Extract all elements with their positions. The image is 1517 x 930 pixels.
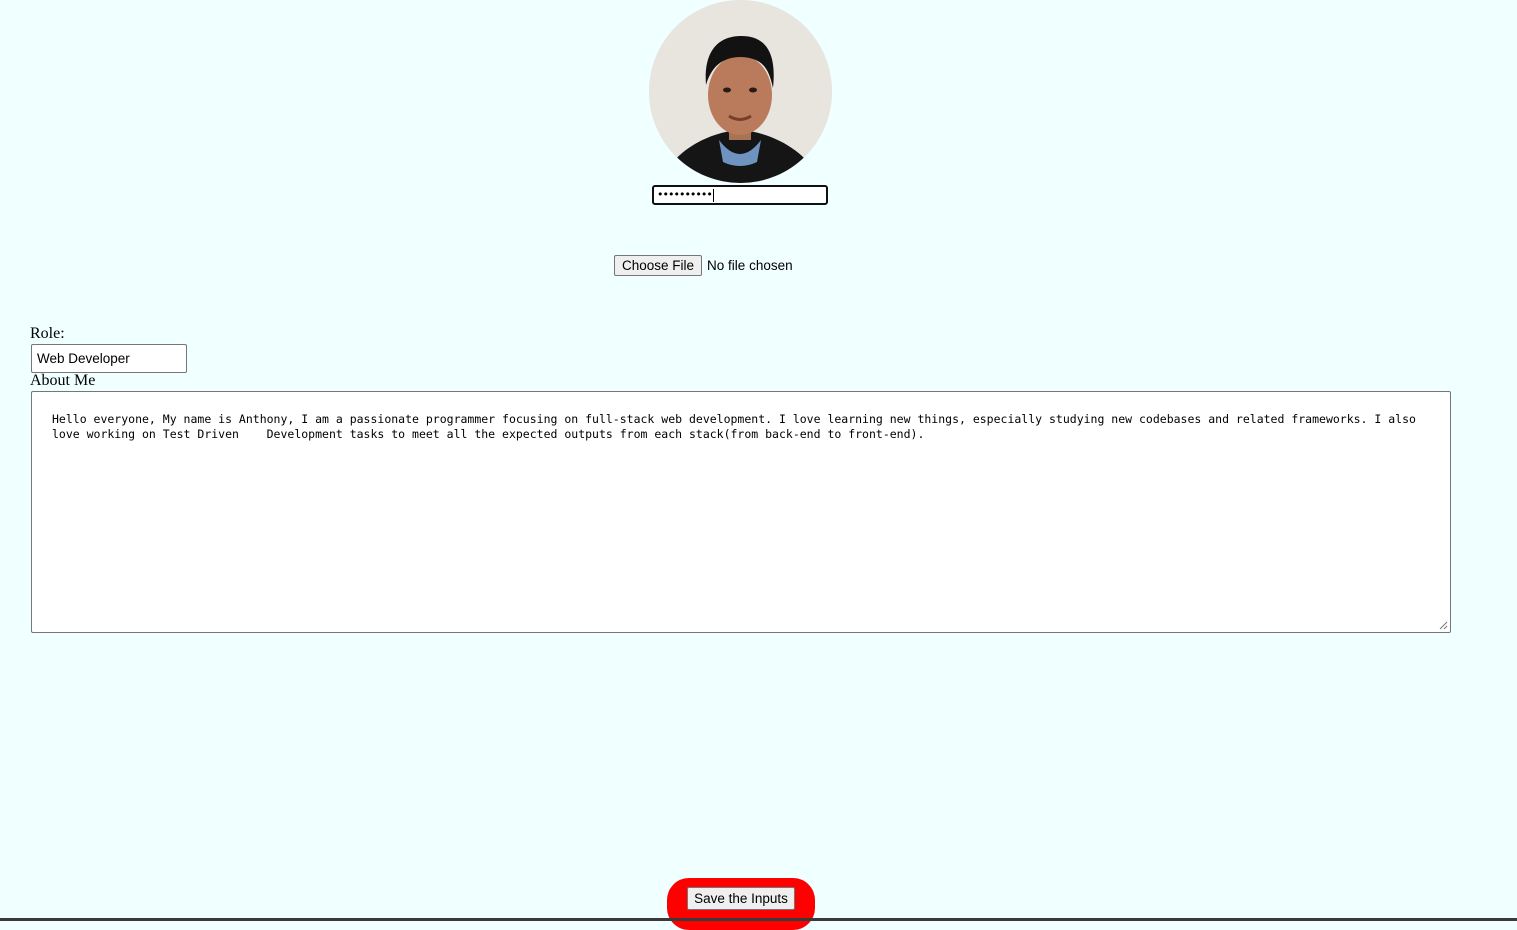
choose-file-button[interactable]: Choose File bbox=[614, 255, 703, 276]
save-inputs-button[interactable]: Save the Inputs bbox=[687, 887, 795, 910]
about-me-text: Hello everyone, My name is Anthony, I am… bbox=[52, 412, 1423, 441]
person-photo-icon bbox=[649, 0, 832, 183]
profile-avatar bbox=[649, 0, 832, 183]
password-input[interactable]: •••••••••• bbox=[652, 185, 828, 205]
about-me-label: About Me bbox=[30, 372, 96, 389]
file-status-text: No file chosen bbox=[707, 258, 793, 273]
file-upload: Choose File No file chosen bbox=[614, 255, 793, 276]
about-me-textarea[interactable]: Hello everyone, My name is Anthony, I am… bbox=[31, 391, 1451, 633]
text-caret bbox=[712, 188, 714, 202]
password-value: •••••••••• bbox=[657, 188, 713, 201]
role-input[interactable]: Web Developer bbox=[31, 344, 187, 373]
resize-grip-icon[interactable] bbox=[1439, 621, 1448, 630]
role-label: Role: bbox=[30, 325, 65, 342]
